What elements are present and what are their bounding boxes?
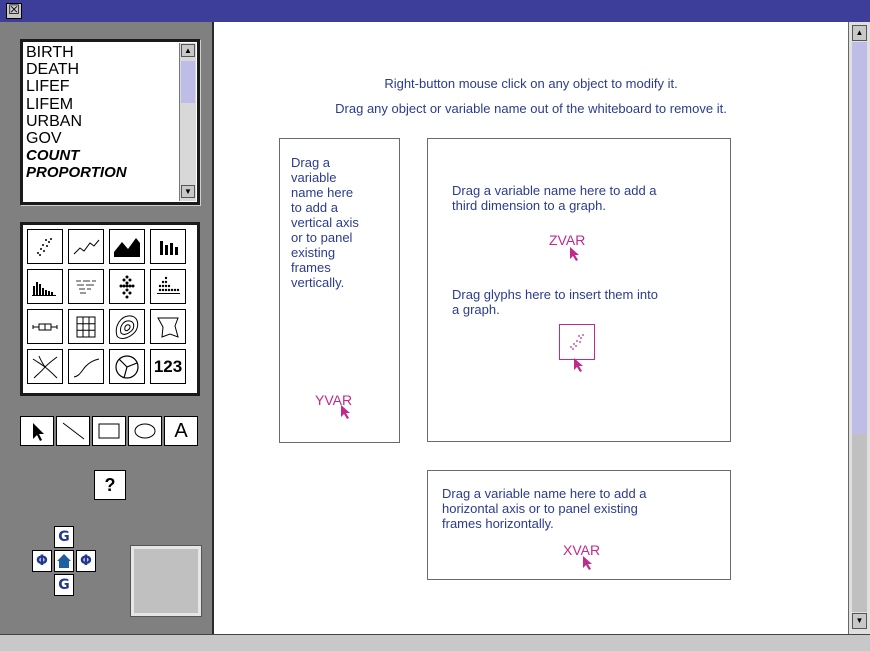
frame-preview xyxy=(130,545,202,617)
scroll-thumb[interactable] xyxy=(181,61,195,103)
text-line: frames xyxy=(291,260,331,275)
network-glyph-icon[interactable] xyxy=(27,349,63,384)
text-line: to add a xyxy=(291,200,338,215)
cursor-icon xyxy=(341,405,350,419)
scroll-thumb[interactable] xyxy=(852,42,867,434)
xvar-instructions: Drag a variable name here to add a horiz… xyxy=(442,486,647,531)
area-glyph-icon[interactable] xyxy=(109,229,145,264)
bar-glyph-icon[interactable] xyxy=(150,229,186,264)
text-line: or to panel xyxy=(291,230,353,245)
variable-item[interactable]: COUNT xyxy=(26,147,178,164)
cursor-icon xyxy=(570,247,579,261)
variable-list-items: BIRTH DEATH LIFEF LIFEM URBAN GOV COUNT … xyxy=(26,44,178,182)
pan-down-icon: G xyxy=(58,577,70,593)
number-glyph-label: 123 xyxy=(153,356,183,376)
text-line: Drag a variable name here to add a xyxy=(452,183,657,198)
pan-right-button[interactable]: Φ xyxy=(76,550,96,572)
scroll-up-icon[interactable]: ▲ xyxy=(852,25,867,41)
line-icon xyxy=(62,422,85,440)
pie-glyph-icon[interactable] xyxy=(109,349,145,384)
instruction-remove: Drag any object or variable name out of … xyxy=(335,101,727,116)
arrow-pointer-icon xyxy=(33,423,44,441)
variable-item[interactable]: BIRTH xyxy=(26,44,178,61)
text-line: vertically. xyxy=(291,275,345,290)
number-glyph-icon[interactable]: 123 xyxy=(150,349,186,384)
variable-item[interactable]: URBAN xyxy=(26,113,178,130)
variable-item[interactable]: LIFEM xyxy=(26,96,178,113)
variable-item[interactable]: PROPORTION xyxy=(26,164,178,181)
ellipse-tool[interactable] xyxy=(128,416,162,446)
variable-item[interactable]: GOV xyxy=(26,130,178,147)
text-cloud-glyph-icon[interactable] xyxy=(68,269,104,304)
cursor-icon xyxy=(583,556,592,570)
text-tool-label: A xyxy=(174,419,188,442)
line-glyph-icon[interactable] xyxy=(68,229,104,264)
glyph-drop-target[interactable] xyxy=(559,324,595,360)
pointer-tool[interactable] xyxy=(20,416,54,446)
yvar-instructions: Drag a variable name here to add a verti… xyxy=(291,155,359,290)
text-line: existing xyxy=(291,245,336,260)
rectangle-icon xyxy=(98,423,120,439)
cursor-icon xyxy=(574,358,583,372)
pan-right-icon: Φ xyxy=(80,553,92,569)
help-button[interactable]: ? xyxy=(94,470,126,500)
shape-glyph-icon[interactable] xyxy=(150,309,186,344)
contour-glyph-icon[interactable] xyxy=(109,309,145,344)
glyph-instructions: Drag glyphs here to insert them into a g… xyxy=(452,287,658,317)
text-tool[interactable]: A xyxy=(164,416,198,446)
variable-list[interactable]: BIRTH DEATH LIFEF LIFEM URBAN GOV COUNT … xyxy=(20,39,200,205)
zvar-instructions: Drag a variable name here to add a third… xyxy=(452,183,657,213)
text-line: third dimension to a graph. xyxy=(452,198,606,213)
instruction-modify: Right-button mouse click on any object t… xyxy=(384,76,678,91)
drawing-toolbar: A xyxy=(20,416,200,446)
text-line: name here xyxy=(291,185,354,200)
grid-glyph-icon[interactable] xyxy=(68,309,104,344)
text-line: frames horizontally. xyxy=(442,516,554,531)
rectangle-tool[interactable] xyxy=(92,416,126,446)
text-line: variable xyxy=(291,170,337,185)
text-line: Drag a variable name here to add a xyxy=(442,486,647,501)
pan-up-icon: G xyxy=(58,529,70,545)
variable-item[interactable]: LIFEF xyxy=(26,78,178,95)
status-bar xyxy=(0,634,870,651)
text-line: horizontal axis or to panel existing xyxy=(442,501,638,516)
scroll-up-icon[interactable]: ▲ xyxy=(181,44,195,57)
pan-left-button[interactable]: Φ xyxy=(32,550,52,572)
text-line: a graph. xyxy=(452,302,500,317)
home-button[interactable] xyxy=(54,550,74,572)
text-line: Drag glyphs here to insert them into xyxy=(452,287,658,302)
title-bar: ☒ xyxy=(0,0,870,22)
histogram-glyph-icon[interactable] xyxy=(27,269,63,304)
curve-glyph-icon[interactable] xyxy=(68,349,104,384)
close-icon[interactable]: ☒ xyxy=(6,3,22,19)
tool-panel: BIRTH DEATH LIFEF LIFEM URBAN GOV COUNT … xyxy=(0,22,214,634)
xvar-drop-zone[interactable]: Drag a variable name here to add a horiz… xyxy=(427,470,731,580)
pan-down-button[interactable]: G xyxy=(54,574,74,596)
yvar-drop-zone[interactable]: Drag a variable name here to add a verti… xyxy=(279,138,400,443)
whiteboard-scrollbar[interactable]: ▲ ▼ xyxy=(848,22,870,634)
glyph-palette: 123 xyxy=(20,222,200,396)
scatter-glyph-icon[interactable] xyxy=(27,229,63,264)
dot-plot-glyph-icon[interactable] xyxy=(150,269,186,304)
home-icon xyxy=(57,554,71,568)
text-line: Drag a xyxy=(291,155,331,170)
variable-list-scrollbar[interactable]: ▲ ▼ xyxy=(179,43,196,201)
whiteboard[interactable]: Right-button mouse click on any object t… xyxy=(214,22,848,634)
pan-up-button[interactable]: G xyxy=(54,526,74,548)
scatter-glyph-icon xyxy=(570,334,584,350)
ellipse-icon xyxy=(134,423,156,439)
boxplot-glyph-icon[interactable] xyxy=(27,309,63,344)
line-tool[interactable] xyxy=(56,416,90,446)
pan-left-icon: Φ xyxy=(36,553,48,569)
zvar-drop-zone[interactable]: Drag a variable name here to add a third… xyxy=(427,138,731,442)
dot-tree-glyph-icon[interactable] xyxy=(109,269,145,304)
variable-item[interactable]: DEATH xyxy=(26,61,178,78)
scroll-down-icon[interactable]: ▼ xyxy=(852,613,867,629)
scroll-down-icon[interactable]: ▼ xyxy=(181,185,195,198)
text-line: vertical axis xyxy=(291,215,359,230)
